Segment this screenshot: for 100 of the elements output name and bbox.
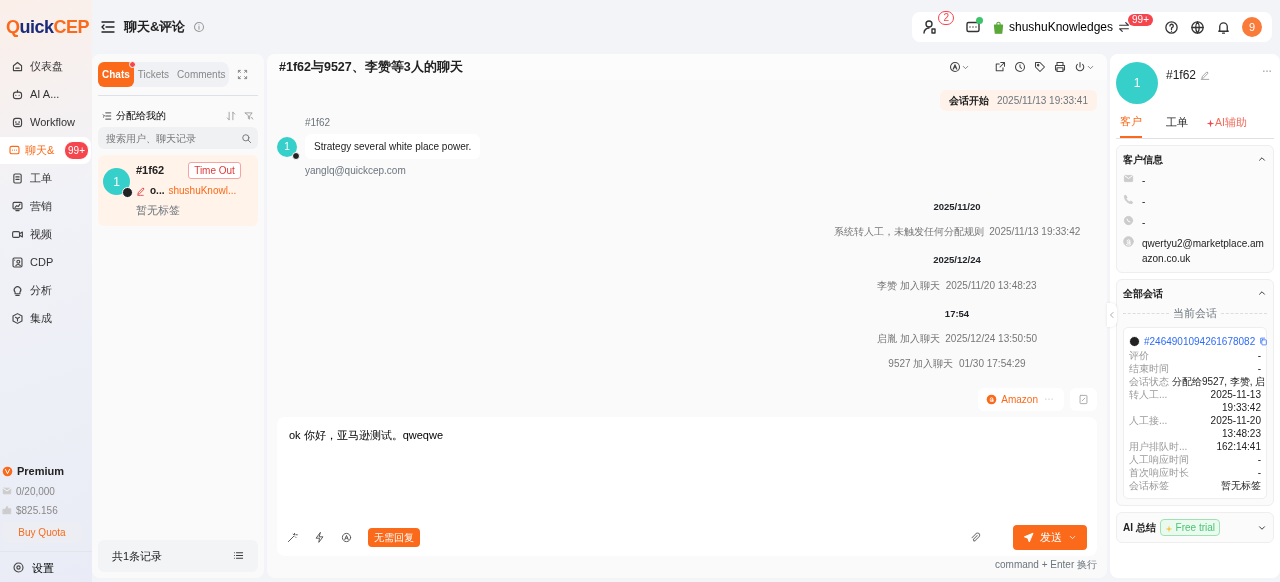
agents-button[interactable]	[922, 19, 939, 35]
system-event: 李赞 加入聊天 2025/11/20 13:48:23	[877, 278, 1037, 293]
page-title: 聊天&评论	[124, 18, 186, 37]
field-value: qwertyu2@marketplace.amazon.co.uk	[1142, 236, 1265, 266]
field-label: 会话标签	[1129, 479, 1169, 493]
home-icon	[11, 60, 24, 73]
mail-icon	[2, 486, 12, 496]
settings-icon	[12, 561, 25, 575]
sender-name: #1f62	[305, 116, 331, 130]
field-label: 转人工...	[1129, 388, 1168, 403]
plan-name: Premium	[17, 464, 65, 479]
event-label: 会话开始	[949, 95, 989, 106]
notification-badge: 99+	[64, 141, 89, 160]
field-label: 首次响应时长	[1129, 466, 1189, 480]
section-title: 全部会话	[1123, 286, 1163, 301]
mail-icon	[1123, 172, 1134, 184]
section-title: AI 总结	[1123, 521, 1156, 536]
phone-icon	[1123, 193, 1134, 205]
field-value: -	[1142, 194, 1146, 209]
system-event: 9527 加入聊天 01/30 17:54:29	[888, 356, 1026, 371]
logo: QuickCEP	[5, 16, 91, 39]
search-field[interactable]: 搜索用户、聊天记录	[98, 127, 258, 149]
shortcut-hint: command + Enter 换行	[995, 558, 1097, 570]
premium-icon	[2, 465, 13, 477]
chat-icon	[8, 144, 21, 157]
avatar: 1	[1116, 62, 1158, 104]
chat-title: #1f62与9527、李赞等3人的聊天	[279, 58, 463, 76]
status-tag: Time Out	[188, 162, 241, 179]
collapse-handle[interactable]	[1107, 303, 1117, 327]
tab[interactable]: 工单	[1166, 110, 1188, 138]
send-icon	[1023, 531, 1034, 543]
field-label: 用户排队时...	[1129, 440, 1188, 454]
avatar: 1	[103, 168, 130, 195]
list-icon	[102, 110, 112, 121]
field-value: -	[1257, 453, 1261, 467]
nav-item[interactable]: 分析	[0, 277, 92, 304]
field-label: 结束时间	[1129, 362, 1169, 376]
robot-face-icon	[11, 116, 24, 129]
message-composer[interactable]: ok 你好，亚马逊测试。qweqwe 无需回复 发送	[277, 416, 1097, 556]
count-badge: 2	[938, 11, 954, 25]
search-icon	[241, 132, 252, 144]
chart-icon	[11, 200, 24, 213]
document-icon	[11, 172, 24, 185]
field-value: 2025-11-13 19:33:42	[1209, 388, 1261, 415]
date-divider: 17:54	[944, 306, 970, 321]
avatar: 1	[277, 136, 297, 157]
search-input[interactable]: 搜索用户、聊天记录	[104, 129, 241, 147]
robot-icon	[11, 88, 24, 101]
nav-item[interactable]: 工单	[0, 165, 92, 192]
nav-item[interactable]: 聊天& 99+	[0, 137, 91, 164]
field-value: -	[1257, 466, 1261, 480]
system-event: 启胤 加入聊天 2025/12/24 13:50:50	[876, 331, 1038, 346]
balance: $825.156	[16, 503, 58, 518]
section-title: 客户信息	[1123, 152, 1163, 167]
field-value: -	[1142, 173, 1146, 188]
sender-email: yanglq@quickcep.com	[305, 164, 406, 178]
field-label: 会话状态	[1129, 375, 1169, 389]
record-count: 共1条记录	[112, 548, 163, 564]
nav-item[interactable]: Workflow	[0, 109, 92, 136]
store-switcher[interactable]: shushuKnowledges	[991, 18, 1132, 36]
message-preview: o...	[150, 184, 165, 198]
message-bubble: Strategy several white place power.	[305, 134, 481, 159]
field-value: 162:14:41	[1216, 440, 1261, 454]
video-icon	[11, 228, 24, 241]
section-label: 当前会话	[1173, 305, 1217, 321]
field-value: 暂无标签	[1221, 479, 1261, 493]
field-value: -	[1257, 349, 1261, 363]
field-label: 人工接...	[1129, 414, 1168, 429]
nav-item[interactable]: 仪表盘	[0, 53, 92, 80]
nav-item[interactable]: 视频	[0, 221, 92, 248]
translate-button[interactable]	[949, 61, 970, 73]
field-value: 分配给9527, 李赞, 启	[1172, 375, 1266, 389]
count-badge: 99+	[1128, 14, 1153, 26]
swap-icon	[1117, 20, 1132, 34]
field-value: -	[1142, 215, 1146, 230]
cube-icon	[11, 312, 24, 325]
profile-card-icon	[11, 256, 24, 269]
pen-icon	[136, 185, 146, 196]
sparkle-icon	[1206, 118, 1215, 128]
info-icon	[193, 21, 206, 33]
free-trial-badge: Free trial	[1159, 519, 1220, 537]
online-dot	[975, 17, 983, 24]
tags-text: 暂无标签	[136, 203, 181, 218]
nav-item[interactable]: AI A...	[0, 81, 92, 108]
nav-item[interactable]: 集成	[0, 305, 92, 332]
conversation-item[interactable]: 1 #1f62 Time Out o... shushuKnowl... 暂无标签	[98, 155, 258, 226]
nav-item[interactable]: 营销	[0, 193, 92, 220]
field-value: 2025-11-20 13:48:23	[1209, 414, 1261, 441]
nav-item[interactable]: CDP	[0, 249, 92, 276]
customer-name: #1f62	[1166, 67, 1197, 84]
message-quota: 0/20,000	[16, 484, 55, 499]
date-divider: 2025/11/20	[933, 200, 981, 214]
field-label: 人工响应时间	[1129, 453, 1189, 467]
session-link[interactable]: #2464901094261678082	[1144, 334, 1256, 350]
system-event: 系统转人工，未触发任何分配规则 2025/11/13 19:33:42	[833, 225, 1081, 240]
lightbulb-icon	[11, 284, 24, 297]
chat-bubble-icon	[1123, 214, 1134, 226]
assignment-filter[interactable]: 分配给我的	[102, 108, 166, 123]
timestamp: 2025/11/13 19:33:41	[997, 95, 1088, 106]
end-chat-button[interactable]	[1074, 61, 1095, 73]
